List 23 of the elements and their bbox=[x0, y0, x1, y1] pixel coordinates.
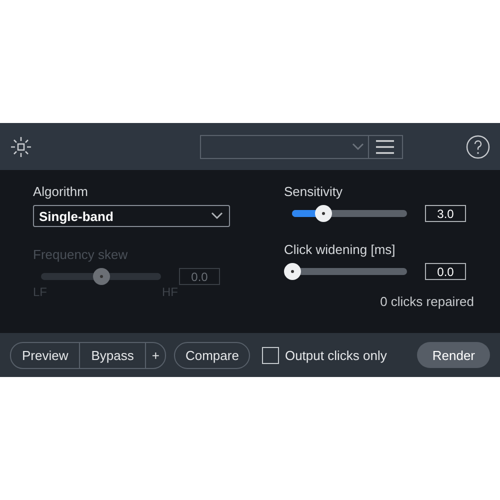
help-icon[interactable] bbox=[466, 134, 490, 158]
value-field[interactable]: 3.0 bbox=[425, 205, 466, 222]
light-icon[interactable] bbox=[10, 136, 32, 158]
chevron-icon bbox=[352, 142, 364, 150]
slider-label: Click widening [ms] bbox=[284, 242, 396, 257]
toggle-button[interactable]: Bypass bbox=[79, 342, 145, 368]
checkbox[interactable] bbox=[262, 346, 279, 364]
chevron-icon bbox=[211, 212, 223, 220]
status-text: 0 clicks repaired bbox=[380, 294, 474, 309]
slider-label: Frequency skew bbox=[33, 247, 129, 262]
field-label: Algorithm bbox=[33, 184, 89, 199]
compare-button[interactable]: Compare bbox=[174, 342, 250, 368]
slider-thumb[interactable] bbox=[284, 263, 301, 280]
checkbox-label: Output clicks only bbox=[284, 348, 387, 362]
value-field[interactable]: 0.0 bbox=[425, 263, 466, 280]
toggle-button[interactable]: + bbox=[144, 342, 166, 368]
menu-icon bbox=[376, 140, 394, 154]
menu-button[interactable] bbox=[368, 134, 402, 158]
render-button[interactable]: Render bbox=[417, 342, 490, 368]
algorithm-dropdown[interactable]: Single-band bbox=[33, 205, 230, 227]
slider-label: Sensitivity bbox=[284, 184, 344, 199]
slider-thumb[interactable] bbox=[315, 205, 332, 222]
toggle-button[interactable]: Preview bbox=[11, 342, 80, 368]
